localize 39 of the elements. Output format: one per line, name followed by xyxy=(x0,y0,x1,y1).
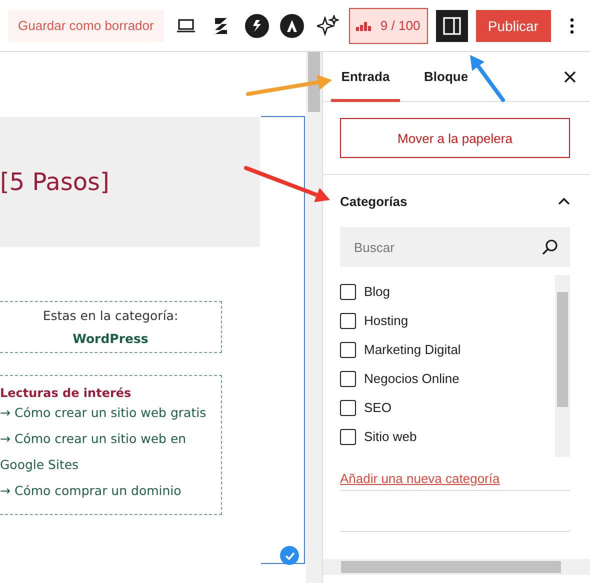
checkbox[interactable] xyxy=(340,370,356,386)
sidebar-panel-icon xyxy=(443,16,462,34)
bar-chart-icon xyxy=(356,20,372,30)
checkbox[interactable] xyxy=(340,284,356,300)
chevron-icon[interactable] xyxy=(558,197,570,205)
search-box[interactable]: Buscar xyxy=(340,227,570,267)
scrollbar[interactable] xyxy=(306,52,322,583)
search-icon xyxy=(542,239,558,255)
section-title: Categorías xyxy=(340,194,408,208)
reading-link[interactable]: → Cómo crear un sitio web gratis xyxy=(0,400,221,426)
reading-link[interactable]: → Cómo crear un sitio web en Google Sites xyxy=(0,426,221,478)
category-option[interactable]: Marketing Digital xyxy=(340,335,555,364)
search-field[interactable]: Buscar xyxy=(352,238,542,256)
add-category-link[interactable]: Añadir una nueva categoría xyxy=(340,471,570,491)
reading-title: Lecturas de interés xyxy=(0,386,132,400)
list-scrollbar[interactable] xyxy=(555,275,570,457)
category-option[interactable]: SEO xyxy=(340,393,555,422)
category-option[interactable]: Blog xyxy=(340,277,555,306)
post-heading: [5 Pasos] xyxy=(0,168,110,196)
category-option[interactable]: Hosting xyxy=(340,306,555,335)
trash-button[interactable]: Mover a la papelera xyxy=(340,118,570,158)
checkbox[interactable] xyxy=(340,428,356,444)
sidebar-tab[interactable]: Entrada xyxy=(331,52,400,102)
category-option[interactable]: Sitio web xyxy=(340,422,555,451)
sidebar-tab[interactable]: Bloque xyxy=(414,52,478,102)
checkbox[interactable] xyxy=(340,342,356,358)
check-icon xyxy=(280,546,299,565)
checkbox[interactable] xyxy=(340,312,356,328)
reading-link[interactable]: → Cómo comprar un dominio xyxy=(0,478,221,504)
publish-button[interactable]: Publicar xyxy=(476,10,551,42)
horizontal-scrollbar[interactable] xyxy=(323,559,590,575)
sidebar-toggle-button[interactable] xyxy=(436,10,468,42)
category-option[interactable]: Negocios Online xyxy=(340,364,555,393)
annotation-arrow xyxy=(470,55,505,102)
checkbox[interactable] xyxy=(340,400,356,416)
category-value: WordPress xyxy=(72,331,150,346)
category-label: Estas en la categoría: xyxy=(42,308,180,323)
close-icon[interactable] xyxy=(564,70,576,82)
seo-score-button[interactable]: 9 / 100 xyxy=(349,8,428,44)
